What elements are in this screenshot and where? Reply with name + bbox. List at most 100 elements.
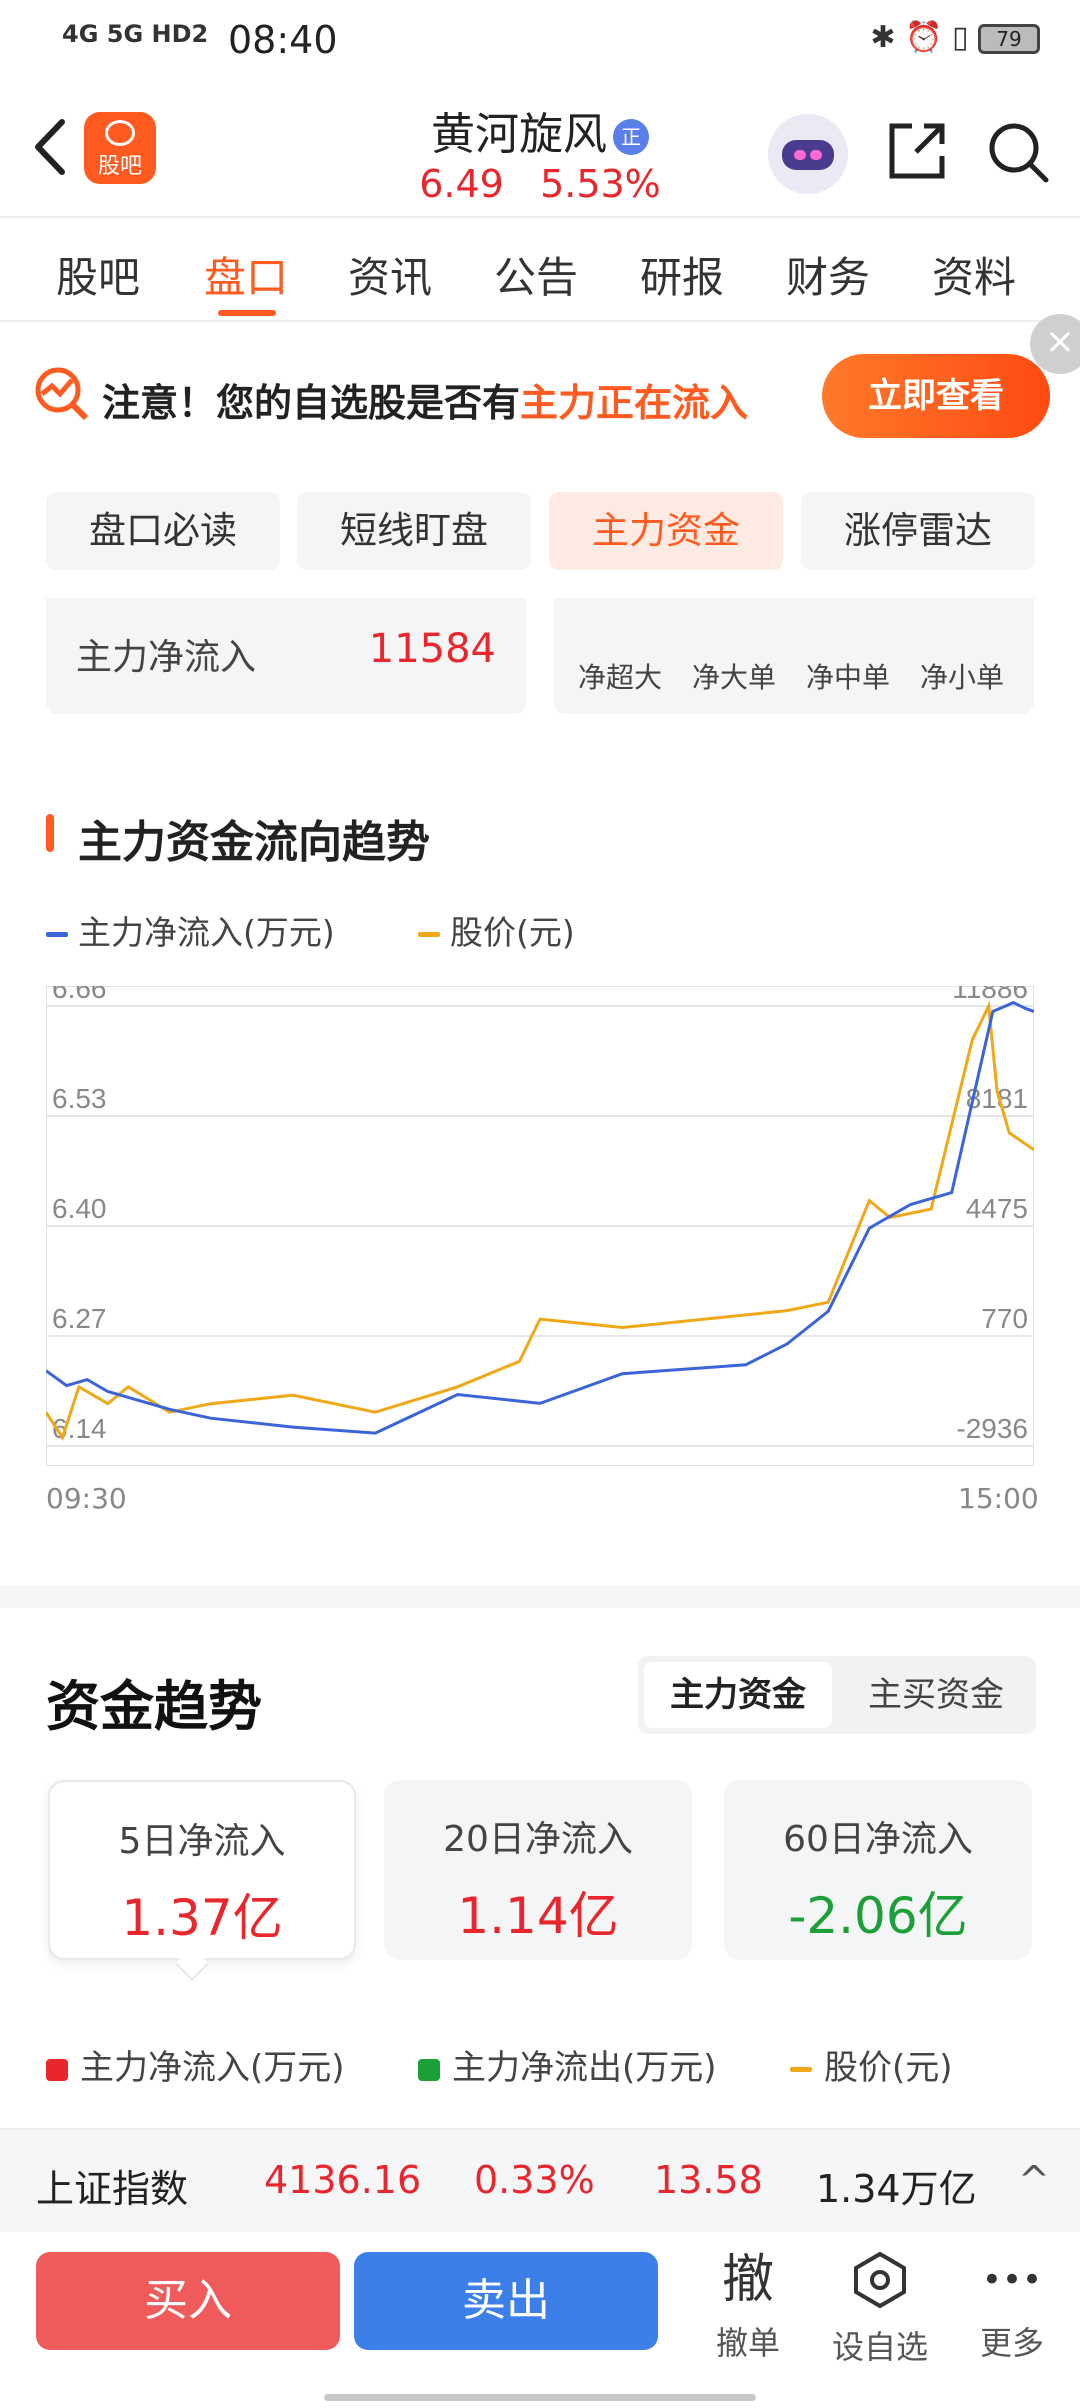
share-icon[interactable] bbox=[886, 120, 948, 182]
flow-20d-label: 20日净流入 bbox=[443, 1819, 633, 1860]
battery-icon: 79 bbox=[978, 23, 1040, 54]
y-left-tick: 6.27 bbox=[52, 1303, 107, 1334]
tab-profile[interactable]: 资料 bbox=[932, 244, 1016, 305]
tab-research[interactable]: 研报 bbox=[640, 244, 724, 305]
legend2-price-line bbox=[790, 2067, 812, 2072]
cancel-order-label: 撤单 bbox=[715, 2324, 780, 2362]
legend2-inflow: 主力净流入(万元) bbox=[46, 2040, 345, 2089]
col-large: 净大单 bbox=[692, 661, 777, 694]
index-change: 13.58 bbox=[654, 2158, 763, 2202]
section-divider bbox=[0, 1586, 1080, 1608]
buy-button[interactable]: 买入 bbox=[36, 2252, 340, 2350]
col-super-large: 净超大 bbox=[578, 661, 663, 694]
y-right-tick: -2936 bbox=[956, 1413, 1028, 1444]
y-left-tick: 6.14 bbox=[52, 1413, 107, 1444]
x-axis-start-label: 09:30 bbox=[46, 1482, 127, 1515]
watchlist-hexagon-icon bbox=[854, 2251, 906, 2309]
order-size-card: 净超大 净大单 净中单 净小单 bbox=[554, 598, 1034, 714]
flow-5d-value: 1.37亿 bbox=[121, 1889, 283, 1947]
y-left-tick: 6.40 bbox=[52, 1193, 107, 1224]
legend2-outflow-swatch bbox=[418, 2058, 440, 2081]
legend2-inflow-swatch bbox=[46, 2058, 68, 2081]
cancel-order-button[interactable]: 撤 撤单 bbox=[688, 2248, 808, 2364]
sell-button[interactable]: 卖出 bbox=[354, 2252, 658, 2350]
legend-price-text: 股价(元) bbox=[450, 913, 575, 952]
toggle-active-buy-funds[interactable]: 主买资金 bbox=[842, 1662, 1030, 1728]
flow-60d-label: 60日净流入 bbox=[783, 1819, 973, 1860]
home-indicator bbox=[324, 2394, 756, 2401]
add-watchlist-button[interactable]: 设自选 bbox=[820, 2248, 940, 2368]
y-right-tick: 770 bbox=[981, 1303, 1028, 1334]
legend-net-text: 主力净流入(万元) bbox=[78, 913, 335, 952]
legend-price: 股价(元) bbox=[418, 906, 575, 954]
chevron-up-icon[interactable]: ^ bbox=[1018, 2158, 1050, 2202]
flow-20d[interactable]: 20日净流入 1.14亿 bbox=[384, 1780, 692, 1960]
segment-main-funds[interactable]: 主力资金 bbox=[549, 492, 783, 570]
trend-alert-icon bbox=[35, 367, 89, 421]
tab-bar: 股吧 盘口 资讯 公告 研报 财务 资料 bbox=[0, 218, 1080, 322]
more-label: 更多 bbox=[979, 2324, 1044, 2362]
section-title: 主力资金流向趋势 bbox=[78, 817, 430, 868]
verified-badge-icon: 正 bbox=[613, 119, 649, 155]
col-small: 净小单 bbox=[920, 661, 1005, 694]
cancel-order-icon: 撤 bbox=[721, 2250, 774, 2310]
segment-limit-radar[interactable]: 涨停雷达 bbox=[801, 492, 1035, 570]
legend2-outflow: 主力净流出(万元) bbox=[418, 2040, 717, 2089]
section-accent-bar bbox=[46, 814, 54, 852]
ai-assistant-icon[interactable] bbox=[768, 114, 848, 194]
active-tab-indicator bbox=[218, 310, 276, 316]
network-indicator: 4G 5G HD2 bbox=[62, 20, 209, 48]
tab-guba[interactable]: 股吧 bbox=[56, 244, 140, 305]
col-medium: 净中单 bbox=[806, 661, 891, 694]
tab-news[interactable]: 资讯 bbox=[348, 244, 432, 305]
legend-net-inflow: 主力净流入(万元) bbox=[46, 906, 335, 954]
segment-short-watch[interactable]: 短线盯盘 bbox=[297, 492, 531, 570]
alert-prefix: 注意！您的自选股是否有 bbox=[102, 381, 521, 425]
more-button[interactable]: ••• 更多 bbox=[952, 2248, 1072, 2364]
fund-trend-title: 资金趋势 bbox=[46, 1675, 262, 1738]
tab-announcements[interactable]: 公告 bbox=[494, 244, 578, 305]
vibrate-icon: ▯ bbox=[951, 20, 969, 55]
tab-pankou[interactable]: 盘口 bbox=[204, 244, 288, 305]
fund-type-toggle: 主力资金 主买资金 bbox=[638, 1656, 1036, 1734]
y-left-tick: 6.53 bbox=[52, 1083, 107, 1114]
legend2-outflow-text: 主力净流出(万元) bbox=[452, 2048, 717, 2088]
add-watchlist-label: 设自选 bbox=[831, 2328, 928, 2366]
alert-banner: 注意！您的自选股是否有主力正在流入 立即查看 bbox=[0, 324, 1080, 462]
market-index-bar[interactable]: 上证指数 4136.16 0.33% 13.58 1.34万亿 ^ bbox=[0, 2128, 1080, 2232]
alert-text: 注意！您的自选股是否有主力正在流入 bbox=[102, 372, 748, 427]
flow-5d[interactable]: 5日净流入 1.37亿 bbox=[48, 1780, 356, 1960]
net-inflow-card: 主力净流入 11584 bbox=[46, 598, 526, 714]
y-left-tick: 6.66 bbox=[52, 986, 107, 1004]
trade-action-bar: 买入 卖出 撤 撤单 设自选 ••• 更多 bbox=[0, 2232, 1080, 2408]
alert-highlight: 主力正在流入 bbox=[520, 381, 749, 425]
bluetooth-icon: ✱ bbox=[870, 20, 896, 55]
legend-price-line bbox=[418, 932, 440, 937]
y-right-tick: 11886 bbox=[952, 986, 1028, 1004]
stock-price: 6.49 bbox=[419, 162, 504, 206]
legend2-inflow-text: 主力净流入(万元) bbox=[80, 2048, 345, 2088]
fund-flow-chart[interactable]: 6.66 118866.53 81816.40 44756.27 7706.14 -293… bbox=[46, 986, 1034, 1466]
legend2-price-text: 股价(元) bbox=[824, 2048, 953, 2088]
index-volume: 1.34万亿 bbox=[816, 2167, 977, 2211]
y-right-tick: 4475 bbox=[966, 1193, 1028, 1224]
tab-finance[interactable]: 财务 bbox=[786, 244, 870, 305]
flow-60d-value: -2.06亿 bbox=[788, 1887, 968, 1945]
legend-net-line bbox=[46, 932, 68, 937]
status-right: ✱ ⏰ ▯ 79 bbox=[870, 20, 1040, 55]
flow-60d[interactable]: 60日净流入 -2.06亿 bbox=[724, 1780, 1032, 1960]
search-icon[interactable] bbox=[986, 120, 1050, 184]
view-now-button[interactable]: 立即查看 bbox=[822, 354, 1050, 438]
segment-must-read[interactable]: 盘口必读 bbox=[46, 492, 280, 570]
toggle-main-funds[interactable]: 主力资金 bbox=[644, 1662, 832, 1728]
alarm-icon: ⏰ bbox=[905, 20, 943, 55]
index-value: 4136.16 bbox=[264, 2158, 422, 2202]
legend2-price: 股价(元) bbox=[790, 2040, 953, 2089]
net-inflow-label: 主力净流入 bbox=[76, 637, 257, 678]
stock-change-pct: 5.53% bbox=[540, 162, 661, 206]
index-name: 上证指数 bbox=[36, 2167, 189, 2211]
stock-name-text: 黄河旋风 bbox=[431, 109, 607, 160]
net-inflow-value: 11584 bbox=[368, 626, 496, 672]
status-bar: 4G 5G HD2 08:40 ✱ ⏰ ▯ 79 bbox=[0, 0, 1080, 84]
stock-header: 股吧 黄河旋风正 6.49 5.53% bbox=[0, 84, 1080, 218]
